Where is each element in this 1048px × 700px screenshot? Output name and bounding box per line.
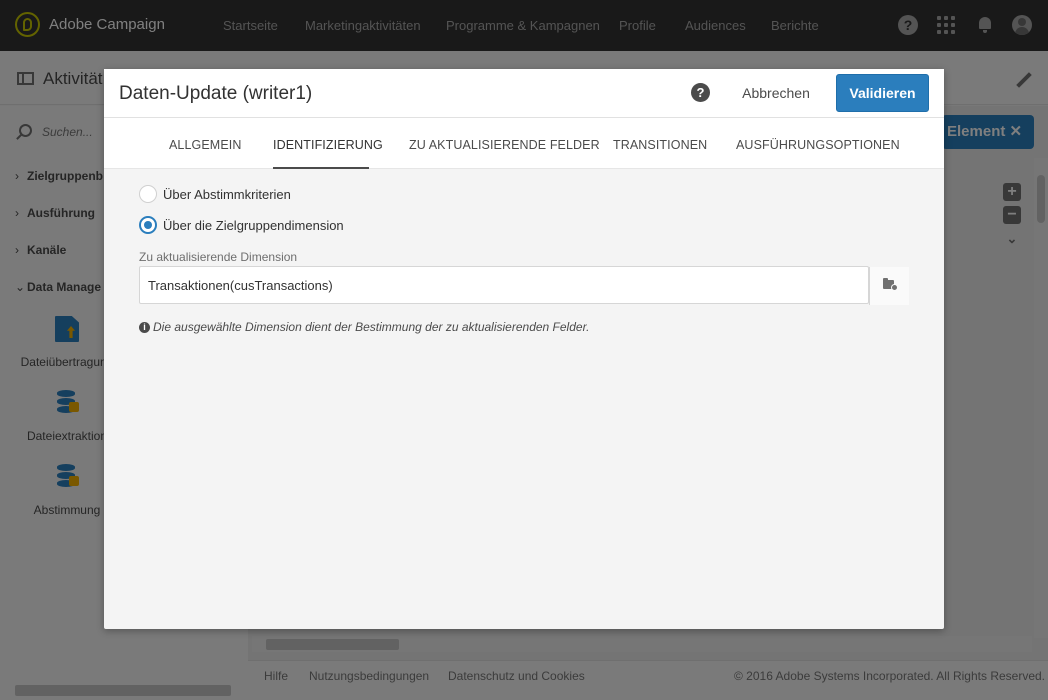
info-note: i Die ausgewählte Dimension dient der Bes… (139, 320, 589, 334)
cancel-button[interactable]: Abbrechen (730, 76, 822, 110)
browse-dimension-button[interactable] (869, 267, 909, 305)
tab-zu-aktualisierende-felder[interactable]: ZU AKTUALISIERENDE FELDER (409, 138, 600, 152)
dialog-header: Daten-Update (writer1) ? Abbrechen Valid… (104, 69, 944, 118)
active-tab-indicator (273, 167, 369, 169)
info-icon: i (139, 322, 150, 333)
tab-allgemein[interactable]: ALLGEMEIN (169, 138, 241, 152)
dimension-field-value: Transaktionen(cusTransactions) (148, 278, 333, 293)
info-text: Die ausgewählte Dimension dient der Best… (153, 320, 590, 334)
tab-identifizierung[interactable]: IDENTIFIZIERUNG (273, 138, 383, 152)
radio-label: Über die Zielgruppendimension (163, 218, 344, 233)
tab-ausfuehrungsoptionen[interactable]: AUSFÜHRUNGSOPTIONEN (736, 138, 900, 152)
folder-search-icon (883, 278, 898, 291)
radio-button-checked[interactable] (139, 216, 157, 234)
data-update-dialog: Daten-Update (writer1) ? Abbrechen Valid… (104, 69, 944, 629)
radio-button-unchecked[interactable] (139, 185, 157, 203)
validate-button[interactable]: Validieren (836, 74, 929, 112)
dialog-title: Daten-Update (writer1) (119, 83, 313, 104)
help-icon[interactable]: ? (691, 83, 710, 102)
dialog-tabs: ALLGEMEIN IDENTIFIZIERUNG ZU AKTUALISIER… (104, 118, 944, 169)
dimension-field[interactable]: Transaktionen(cusTransactions) (139, 266, 909, 305)
radio-label: Über Abstimmkriterien (163, 187, 291, 202)
dimension-field-label: Zu aktualisierende Dimension (139, 250, 298, 264)
tab-transitionen[interactable]: TRANSITIONEN (613, 138, 707, 152)
